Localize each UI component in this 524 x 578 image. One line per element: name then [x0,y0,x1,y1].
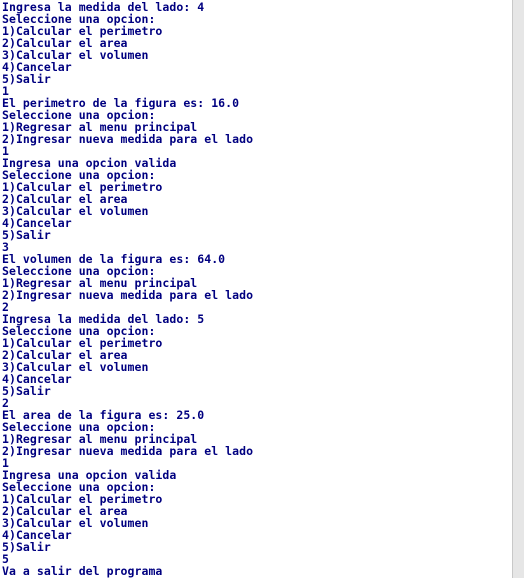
console-line: 2)Ingresar nueva medida para el lado [2,132,254,146]
console-line: 5)Salir [2,72,51,86]
console-line: Va a salir del programa [2,564,163,578]
console-line: 5)Salir [2,228,51,242]
console-line: 5)Salir [2,384,51,398]
console-line: 5)Salir [2,540,51,554]
console-line: 2)Ingresar nueva medida para el lado [2,444,254,458]
console-line: 2)Ingresar nueva medida para el lado [2,288,254,302]
console-lines: Ingresa la medida del lado: 4 Seleccione … [0,1,253,577]
console-output: Ingresa la medida del lado: 4 Seleccione … [0,0,512,578]
vertical-scrollbar[interactable] [512,0,524,578]
